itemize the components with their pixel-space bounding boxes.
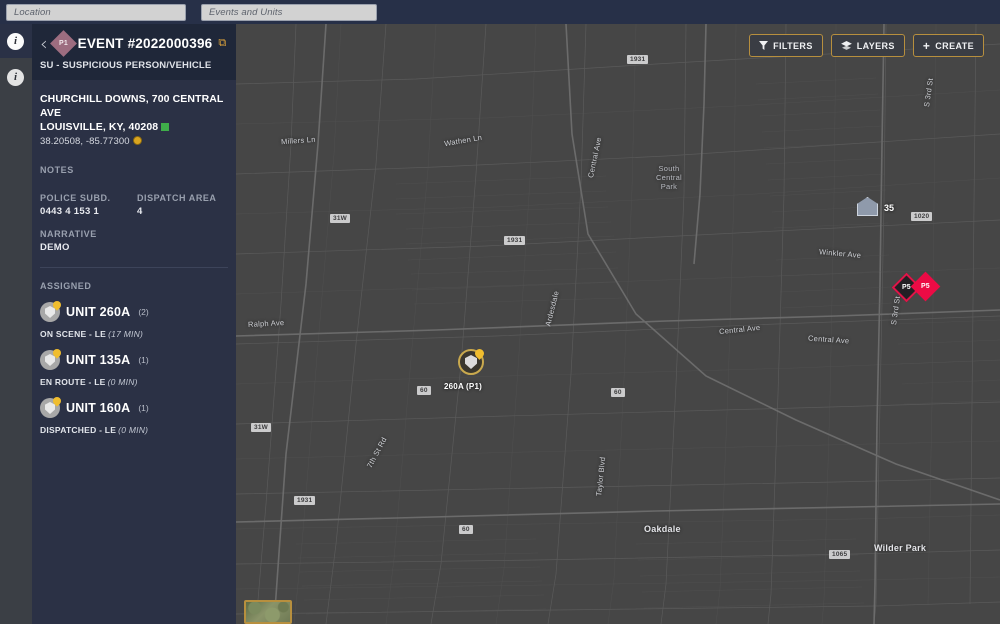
back-chevron-icon[interactable]: ‹ [40,37,48,51]
unit-avatar [40,398,60,418]
map-unit-marker-260a[interactable] [458,349,484,375]
route-shield: 1931 [504,236,525,245]
external-link-icon[interactable]: ⧉ [218,38,226,49]
dispatch-area-value: 4 [137,206,216,217]
event-detail-panel: ‹ P1 EVENT #2022000396 ⧉ SU - SUSPICIOUS… [32,24,236,624]
event-panel-header: ‹ P1 EVENT #2022000396 ⧉ SU - SUSPICIOUS… [32,24,236,80]
unit-status: ON SCENE - LE(17 MIN) [40,329,228,339]
unit-avatar [40,302,60,322]
event-type: SU - SUSPICIOUS PERSON/VEHICLE [40,60,228,71]
top-search-bar: Location Events and Units [0,0,1000,24]
route-shield: 60 [459,525,473,534]
map-street-network [236,24,1000,624]
incident-marker-2-label: P5 [921,283,930,290]
event-address-line1: CHURCHILL DOWNS, 700 CENTRAL AVE [40,92,228,120]
unit-status-text: EN ROUTE - LE [40,377,106,387]
create-button[interactable]: + CREATE [913,34,984,57]
police-subd-label: POLICE SUBD. [40,193,137,203]
map-canvas[interactable]: FILTERS LAYERS + CREATE Millers LnWathen… [236,24,1000,624]
unit-elapsed-time: (17 MIN) [108,329,143,339]
layers-icon [841,41,852,50]
unit-status-text: ON SCENE - LE [40,329,106,339]
dispatch-area-field: DISPATCH AREA 4 [137,193,216,217]
unit-count: (2) [138,307,148,317]
left-icon-rail: i i [0,24,32,624]
unit-count: (1) [138,355,148,365]
filters-button[interactable]: FILTERS [749,34,823,57]
route-shield: 1020 [911,212,932,221]
geolocate-icon[interactable] [133,136,142,145]
layers-button-label: LAYERS [857,41,895,51]
police-subd-value: 0443 4 153 1 [40,206,137,217]
priority-badge-label: P1 [59,40,68,47]
info-icon-secondary[interactable]: i [7,69,24,86]
unit-status: EN ROUTE - LE(0 MIN) [40,377,228,387]
notes-section: NOTES [40,165,228,175]
cad-dispatch-app: Location Events and Units i i ‹ P1 EVENT… [0,0,1000,624]
assigned-label: ASSIGNED [40,281,228,291]
assigned-unit-list: UNIT 260A (2) ON SCENE - LE(17 MIN) UNIT 13… [40,302,228,435]
basemap-switcher[interactable] [244,600,292,624]
address-line2-text: LOUISVILLE, KY, 40208 [40,121,158,133]
unit-name: UNIT 260A [66,305,130,319]
unit-header: UNIT 260A (2) [40,302,228,322]
unit-avatar [40,350,60,370]
incident-marker-1-label: P5 [902,284,911,291]
unit-elapsed-time: (0 MIN) [118,425,148,435]
unit-elapsed-time: (0 MIN) [108,377,138,387]
create-button-label: CREATE [935,41,974,51]
filter-icon [759,41,768,50]
route-shield: 60 [417,386,431,395]
unit-status: DISPATCHED - LE(0 MIN) [40,425,228,435]
event-panel-body: CHURCHILL DOWNS, 700 CENTRAL AVE LOUISVI… [32,80,236,435]
unit-status-text: DISPATCHED - LE [40,425,116,435]
route-shield: 31W [330,214,350,223]
event-title-row: ‹ P1 EVENT #2022000396 ⧉ [40,34,228,53]
event-address-line2: LOUISVILLE, KY, 40208 [40,120,228,134]
layers-button[interactable]: LAYERS [831,34,905,57]
narrative-section: NARRATIVE DEMO [40,229,228,253]
filters-button-label: FILTERS [773,41,813,51]
dispatch-area-label: DISPATCH AREA [137,193,216,203]
assigned-unit-row[interactable]: UNIT 160A (1) DISPATCHED - LE(0 MIN) [40,398,228,435]
assigned-unit-row[interactable]: UNIT 260A (2) ON SCENE - LE(17 MIN) [40,302,228,339]
plus-icon: + [923,41,930,51]
notes-label: NOTES [40,165,228,175]
event-number: EVENT #2022000396 [78,36,213,51]
map-toolbar: FILTERS LAYERS + CREATE [749,34,984,57]
events-units-search-input[interactable]: Events and Units [201,4,377,21]
unit-count: (1) [138,403,148,413]
unit-name: UNIT 135A [66,353,130,367]
police-subd-field: POLICE SUBD. 0443 4 153 1 [40,193,137,217]
verified-location-icon [161,123,169,131]
shield-icon [465,355,477,369]
unit-header: UNIT 160A (1) [40,398,228,418]
event-meta-row: POLICE SUBD. 0443 4 153 1 DISPATCH AREA … [40,193,228,217]
narrative-value: DEMO [40,242,228,253]
assigned-unit-row[interactable]: UNIT 135A (1) EN ROUTE - LE(0 MIN) [40,350,228,387]
map-premise-label: 35 [884,203,894,213]
location-search-input[interactable]: Location [6,4,186,21]
unit-header: UNIT 135A (1) [40,350,228,370]
basemap-thumbnail-image [246,602,290,622]
priority-badge: P1 [50,30,77,57]
route-shield: 1931 [627,55,648,64]
address-line1-text: CHURCHILL DOWNS, 700 CENTRAL AVE [40,93,223,119]
coordinates-text: 38.20508, -85.77300 [40,136,130,147]
route-shield: 31W [251,423,271,432]
event-coordinates: 38.20508, -85.77300 [40,136,228,147]
unit-name: UNIT 160A [66,401,130,415]
section-divider [40,267,228,268]
info-icon-primary[interactable]: i [7,33,24,50]
route-shield: 1065 [829,550,850,559]
route-shield: 60 [611,388,625,397]
map-unit-marker-label: 260A (P1) [444,382,482,391]
narrative-label: NARRATIVE [40,229,228,239]
route-shield: 1931 [294,496,315,505]
